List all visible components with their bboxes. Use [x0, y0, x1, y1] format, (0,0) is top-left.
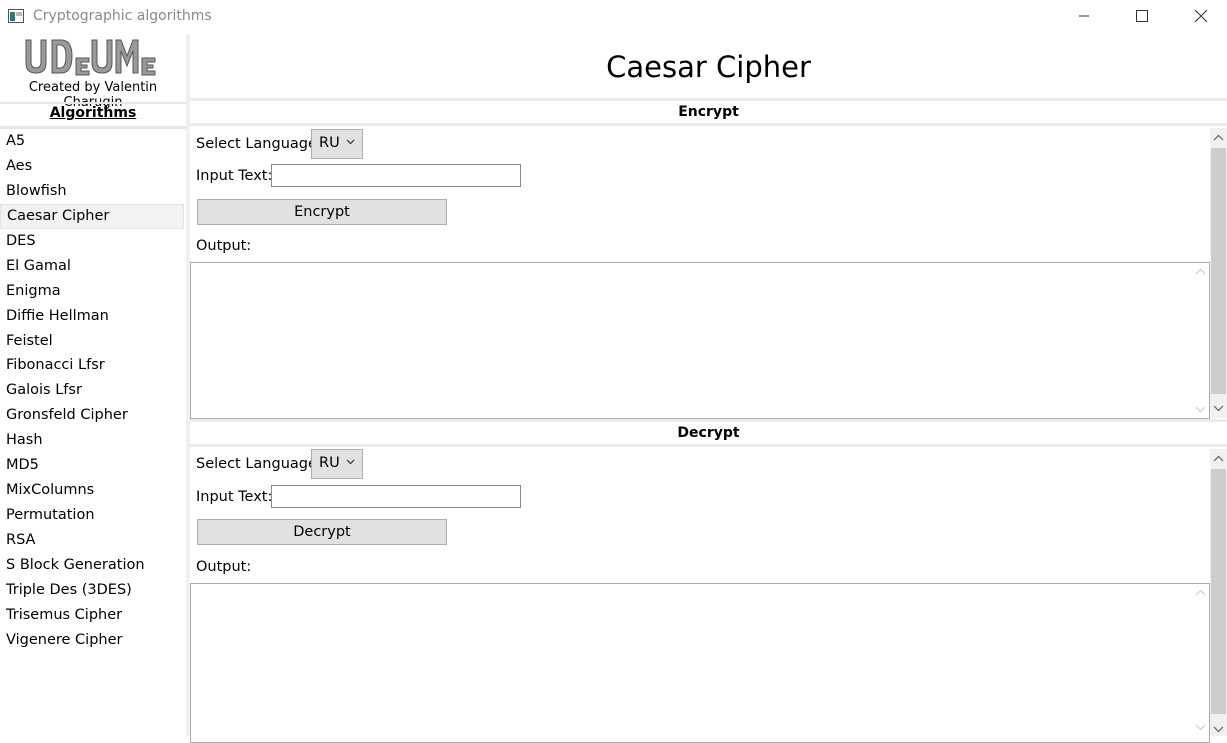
algorithm-item[interactable]: Gronsfeld Cipher — [0, 403, 184, 428]
chevron-down-icon — [346, 459, 355, 465]
close-button[interactable] — [1176, 0, 1222, 32]
algorithm-item[interactable]: RSA — [0, 528, 184, 553]
chevron-down-icon — [1195, 406, 1206, 413]
algorithm-item[interactable]: Caesar Cipher — [0, 203, 184, 229]
decrypt-language-label: Select Language — [196, 456, 317, 472]
decrypt-output-box[interactable] — [190, 583, 1210, 743]
algorithm-item[interactable]: Galois Lfsr — [0, 378, 184, 403]
logo — [25, 39, 156, 76]
algorithm-item[interactable]: DES — [0, 229, 184, 254]
algorithms-header: Algorithms — [0, 102, 186, 125]
algorithm-item[interactable]: Vigenere Cipher — [0, 628, 184, 653]
decrypt-output-scrollbar[interactable] — [1192, 584, 1209, 742]
decrypt-panel: Select Language RU Input Text: Decrypt O… — [190, 449, 1227, 743]
encrypt-language-value: RU — [319, 135, 340, 151]
decrypt-language-select[interactable]: RU — [311, 449, 363, 479]
page-title: Caesar Cipher — [606, 50, 811, 84]
encrypt-language-select[interactable]: RU — [311, 129, 363, 159]
decrypt-input-label: Input Text: — [196, 489, 273, 505]
chevron-down-icon — [1195, 724, 1206, 731]
algorithm-item[interactable]: Permutation — [0, 503, 184, 528]
algorithm-item[interactable]: Triple Des (3DES) — [0, 578, 184, 603]
algorithm-item[interactable]: Feistel — [0, 329, 184, 354]
algorithm-item[interactable]: Hash — [0, 428, 184, 453]
app-icon — [8, 9, 24, 23]
chevron-down-icon — [1213, 726, 1224, 733]
maximize-button[interactable] — [1118, 0, 1164, 32]
encrypt-header: Encrypt — [190, 98, 1227, 126]
encrypt-input-field[interactable] — [271, 164, 521, 187]
encrypt-panel: Select Language RU Input Text: Encrypt O… — [190, 128, 1227, 419]
decrypt-language-value: RU — [319, 455, 340, 471]
chevron-up-icon — [1195, 268, 1206, 275]
encrypt-output-scrollbar[interactable] — [1192, 263, 1209, 418]
chevron-up-icon — [1195, 589, 1206, 596]
algorithm-item[interactable]: MD5 — [0, 453, 184, 478]
decrypt-scroll-thumb[interactable] — [1211, 469, 1226, 714]
maximize-icon — [1136, 10, 1148, 22]
decrypt-input-field[interactable] — [271, 485, 521, 508]
encrypt-input-label: Input Text: — [196, 168, 273, 184]
algorithm-item[interactable]: Trisemus Cipher — [0, 603, 184, 628]
algorithm-item[interactable]: Diffie Hellman — [0, 304, 184, 329]
close-icon — [1194, 9, 1208, 23]
algorithm-item[interactable]: Aes — [0, 154, 184, 179]
encrypt-language-label: Select Language — [196, 136, 317, 152]
algorithm-item[interactable]: El Gamal — [0, 254, 184, 279]
algorithm-list: A5 Aes Blowfish Caesar Cipher DES El Gamal Eni… — [0, 126, 186, 653]
minimize-button[interactable] — [1061, 0, 1107, 32]
algorithm-item[interactable]: MixColumns — [0, 478, 184, 503]
encrypt-output-label: Output: — [196, 238, 252, 254]
algorithm-item[interactable]: Blowfish — [0, 179, 184, 204]
sidebar: Created by Valentin Charugin Algorithms … — [0, 34, 188, 736]
encrypt-output-box[interactable] — [190, 262, 1210, 419]
chevron-up-icon — [1213, 455, 1224, 462]
chevron-up-icon — [1213, 134, 1224, 141]
main-panel: Caesar Cipher Encrypt Select Language RU… — [190, 34, 1227, 743]
minimize-icon — [1079, 15, 1089, 17]
decrypt-header: Decrypt — [190, 419, 1227, 447]
encrypt-button[interactable]: Encrypt — [197, 199, 447, 225]
algorithm-item[interactable]: S Block Generation — [0, 553, 184, 578]
algorithm-item[interactable]: A5 — [0, 129, 184, 154]
window-title: Cryptographic algorithms — [33, 8, 212, 24]
algorithm-item[interactable]: Fibonacci Lfsr — [0, 353, 184, 378]
encrypt-panel-scrollbar[interactable] — [1210, 128, 1227, 418]
decrypt-panel-scrollbar[interactable] — [1210, 449, 1227, 736]
decrypt-button[interactable]: Decrypt — [197, 519, 447, 545]
title-bar: Cryptographic algorithms — [0, 0, 1227, 34]
algorithm-item[interactable]: Enigma — [0, 279, 184, 304]
chevron-down-icon — [346, 139, 355, 145]
decrypt-output-label: Output: — [196, 559, 252, 575]
encrypt-scroll-thumb[interactable] — [1211, 148, 1226, 394]
chevron-down-icon — [1213, 405, 1224, 412]
